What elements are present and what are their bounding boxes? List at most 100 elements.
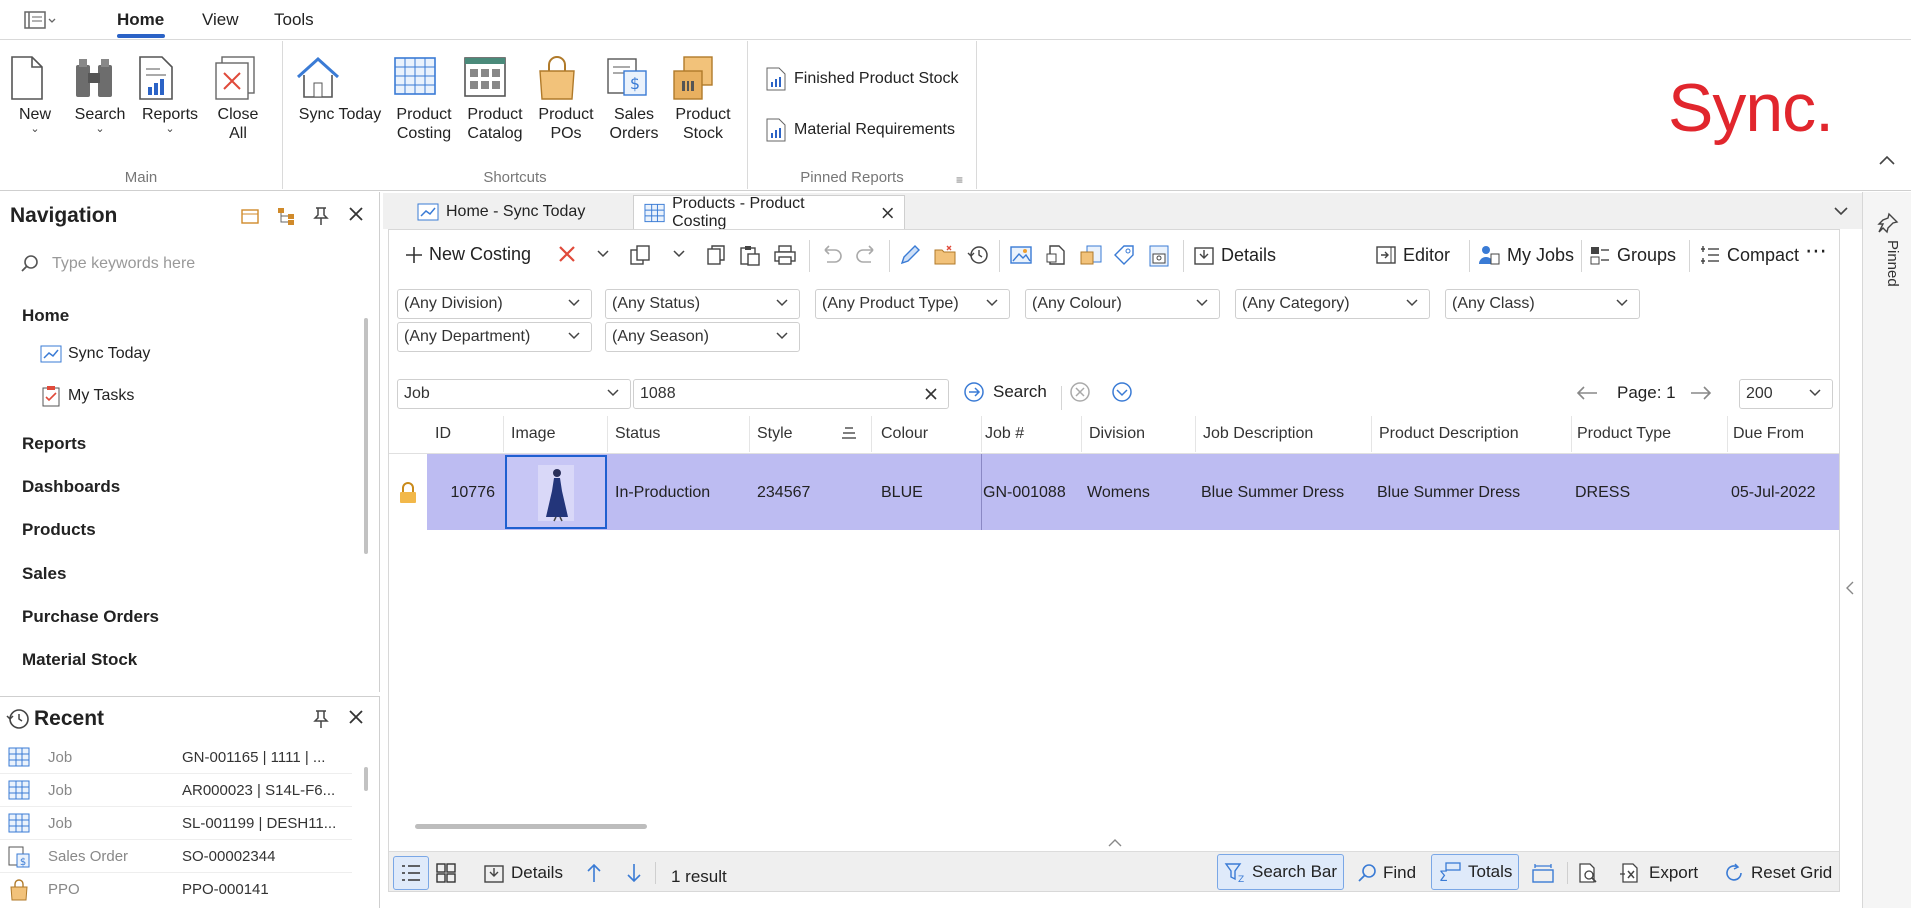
- product-catalog-shortcut[interactable]: Product Catalog: [462, 55, 528, 143]
- product-image-cell[interactable]: [505, 455, 607, 529]
- reports-list-button[interactable]: [1079, 244, 1103, 266]
- copy-options-chevron-icon[interactable]: [673, 250, 685, 258]
- search-button[interactable]: Search: [963, 381, 1047, 403]
- nav-item-my-tasks[interactable]: My Tasks: [40, 385, 134, 407]
- pinned-report-finished-product-stock[interactable]: Finished Product Stock: [766, 67, 959, 91]
- search-value-input[interactable]: 1088: [633, 379, 949, 409]
- search-field-select[interactable]: Job: [397, 379, 631, 409]
- statusbar-details-button[interactable]: Details: [483, 860, 563, 886]
- clear-input-icon[interactable]: [924, 387, 938, 401]
- navigation-search-input[interactable]: Type keywords here: [52, 255, 195, 273]
- document-button[interactable]: [1045, 244, 1067, 266]
- open-folder-button[interactable]: [933, 244, 957, 266]
- pin-icon[interactable]: [312, 709, 330, 729]
- copy-special-button[interactable]: [629, 244, 653, 266]
- next-page-icon[interactable]: [1689, 384, 1713, 402]
- menu-tab-tools[interactable]: Tools: [274, 10, 314, 30]
- my-jobs-button[interactable]: My Jobs: [1477, 244, 1574, 266]
- column-header-product-type[interactable]: Product Type: [1577, 425, 1671, 443]
- class-filter[interactable]: (Any Class): [1445, 289, 1640, 319]
- menu-tab-view[interactable]: View: [202, 10, 239, 30]
- recent-item[interactable]: PPO PPO-000141: [0, 873, 352, 906]
- collapse-side-panel-icon[interactable]: [1845, 580, 1855, 596]
- tab-products-product-costing[interactable]: Products - Product Costing: [633, 195, 905, 230]
- costing-sheet-button[interactable]: [1147, 244, 1171, 268]
- tab-list-chevron-icon[interactable]: [1833, 205, 1849, 217]
- recent-item[interactable]: Job GN-001165 | 1111 | ...: [0, 741, 352, 774]
- list-view-button[interactable]: [393, 856, 429, 890]
- close-all-button[interactable]: Close All: [212, 55, 264, 143]
- delete-options-chevron-icon[interactable]: [597, 250, 609, 258]
- product-type-filter[interactable]: (Any Product Type): [815, 289, 1010, 319]
- recent-item[interactable]: Job SL-001199 | DESH11...: [0, 807, 352, 840]
- add-favorite-icon[interactable]: [240, 206, 260, 226]
- tab-home-sync-today[interactable]: Home - Sync Today: [407, 195, 595, 229]
- totals-toggle[interactable]: Σ Totals: [1431, 854, 1520, 890]
- column-header-status[interactable]: Status: [615, 425, 660, 443]
- reports-button[interactable]: Reports ⌄: [138, 55, 202, 135]
- expand-search-icon[interactable]: [1111, 381, 1133, 403]
- preview-button[interactable]: [1577, 860, 1599, 886]
- clear-search-icon[interactable]: [1069, 381, 1091, 403]
- pinned-rail-label[interactable]: Pinned: [1873, 240, 1901, 320]
- find-button[interactable]: Find: [1357, 860, 1416, 886]
- reset-grid-button[interactable]: Reset Grid: [1723, 860, 1832, 886]
- nav-section-products[interactable]: Products: [22, 520, 96, 540]
- tag-button[interactable]: [1113, 244, 1135, 266]
- new-button[interactable]: New ⌄: [10, 55, 60, 135]
- print-button[interactable]: [773, 244, 797, 266]
- copy-button[interactable]: [705, 244, 727, 266]
- nav-section-reports[interactable]: Reports: [22, 434, 86, 454]
- category-filter[interactable]: (Any Category): [1235, 289, 1430, 319]
- column-header-job-number[interactable]: Job #: [985, 425, 1024, 443]
- nav-section-purchase-orders[interactable]: Purchase Orders: [22, 607, 159, 627]
- groups-button[interactable]: Groups: [1589, 244, 1676, 266]
- column-header-job-description[interactable]: Job Description: [1203, 425, 1313, 443]
- nav-section-home[interactable]: Home: [22, 306, 69, 326]
- move-down-button[interactable]: [625, 860, 643, 886]
- app-menu-icon[interactable]: [24, 10, 58, 30]
- fit-columns-button[interactable]: [1531, 860, 1555, 886]
- recent-item[interactable]: Job AR000023 | S14L-F6...: [0, 774, 352, 807]
- recent-item[interactable]: $ Sales Order SO-00002344: [0, 840, 352, 873]
- division-filter[interactable]: (Any Division): [397, 289, 592, 319]
- pinned-report-material-requirements[interactable]: Material Requirements: [766, 118, 955, 142]
- nav-item-sync-today[interactable]: Sync Today: [40, 344, 150, 364]
- column-header-due-from[interactable]: Due From: [1733, 425, 1804, 443]
- column-header-product-description[interactable]: Product Description: [1379, 425, 1519, 443]
- pinned-icon[interactable]: [1877, 212, 1899, 234]
- navigation-scrollbar[interactable]: [364, 318, 368, 554]
- department-filter[interactable]: (Any Department): [397, 322, 592, 352]
- column-header-id[interactable]: ID: [435, 425, 451, 443]
- navigation-search[interactable]: Type keywords here: [20, 254, 360, 274]
- sync-today-shortcut[interactable]: Sync Today: [294, 55, 386, 124]
- menu-tab-home[interactable]: Home: [117, 10, 164, 30]
- collapse-ribbon-icon[interactable]: [1878, 153, 1896, 167]
- tree-icon[interactable]: [276, 206, 296, 226]
- column-header-division[interactable]: Division: [1089, 425, 1145, 443]
- nav-section-dashboards[interactable]: Dashboards: [22, 477, 120, 497]
- pin-icon[interactable]: [312, 206, 330, 226]
- nav-section-material-stock[interactable]: Material Stock: [22, 650, 137, 670]
- export-button[interactable]: Export: [1619, 860, 1698, 886]
- undo-button[interactable]: [819, 244, 843, 264]
- horizontal-scrollbar[interactable]: [415, 824, 647, 829]
- close-icon[interactable]: [348, 206, 364, 222]
- new-costing-button[interactable]: New Costing: [405, 244, 531, 265]
- redo-button[interactable]: [855, 244, 879, 264]
- history-button[interactable]: [967, 244, 989, 266]
- product-stock-shortcut[interactable]: Product Stock: [670, 55, 736, 143]
- delete-button[interactable]: [557, 244, 577, 264]
- card-view-button[interactable]: [435, 860, 457, 886]
- search-bar-toggle[interactable]: Z Search Bar: [1217, 854, 1345, 890]
- column-header-style[interactable]: Style: [757, 425, 793, 443]
- close-icon[interactable]: [348, 709, 364, 725]
- image-button[interactable]: [1009, 244, 1033, 266]
- previous-page-icon[interactable]: [1575, 384, 1599, 402]
- compact-button[interactable]: Compact: [1699, 244, 1799, 266]
- expand-footer-icon[interactable]: [1107, 838, 1123, 848]
- move-up-button[interactable]: [585, 860, 603, 886]
- close-tab-icon[interactable]: [881, 206, 894, 220]
- search-button[interactable]: Search ⌄: [72, 55, 128, 135]
- page-size-select[interactable]: 200: [1739, 379, 1833, 409]
